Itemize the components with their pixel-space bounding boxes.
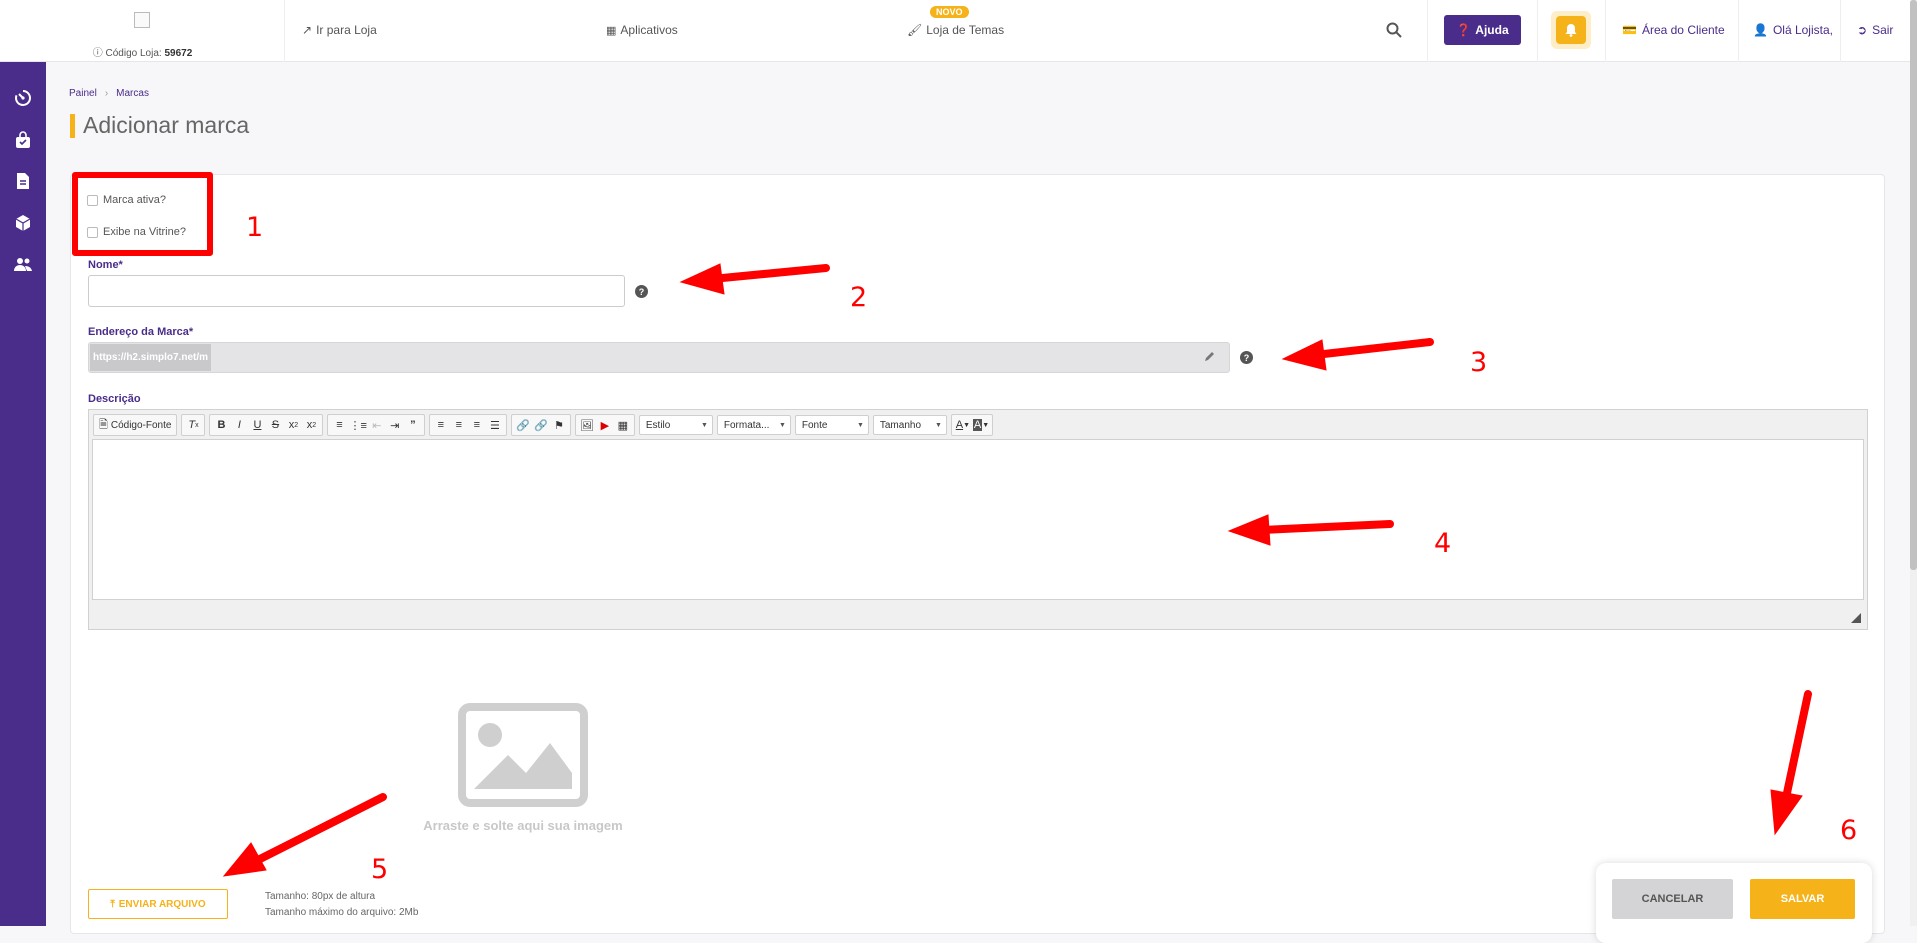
arrow-3 [1311, 338, 1434, 359]
arrow-6 [1783, 690, 1812, 797]
annotation-arrows [222, 263, 1812, 877]
annotation-number: 3 [1470, 347, 1488, 378]
annotation-number: 5 [371, 854, 389, 885]
arrowhead-4 [1227, 514, 1271, 546]
arrow-4 [1258, 520, 1394, 534]
annotation-number: 2 [850, 282, 868, 313]
arrowhead-6 [1770, 789, 1803, 836]
scrollbar-thumb[interactable] [1910, 0, 1917, 570]
arrowhead-5 [222, 842, 267, 877]
annotation-number: 1 [246, 212, 264, 243]
arrow-5 [254, 793, 387, 864]
arrowhead-2 [679, 263, 725, 295]
arrow-2 [708, 264, 830, 283]
annotation-number: 6 [1840, 815, 1858, 846]
annotation-number: 4 [1434, 528, 1452, 559]
arrowhead-3 [1281, 339, 1327, 371]
